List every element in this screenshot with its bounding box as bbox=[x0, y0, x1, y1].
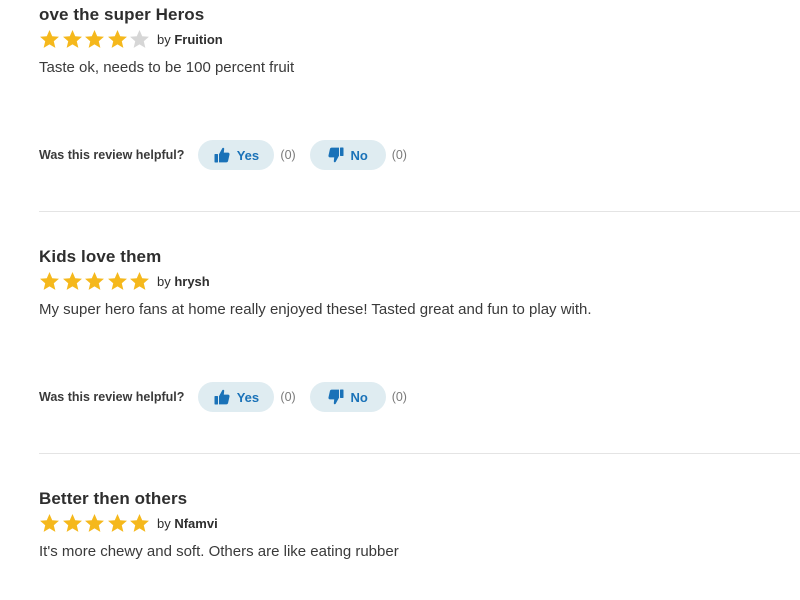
star-filled-icon bbox=[40, 29, 59, 48]
star-filled-icon bbox=[40, 513, 59, 532]
review-text: It's more chewy and soft. Others are lik… bbox=[39, 543, 399, 560]
review-byline: by Fruition bbox=[157, 32, 223, 47]
no-label: No bbox=[350, 389, 368, 405]
helpful-prompt: Was this review helpful? bbox=[39, 390, 185, 404]
review-author: Nfamvi bbox=[174, 515, 218, 531]
review-text: Taste ok, needs to be 100 percent fruit bbox=[39, 59, 295, 76]
star-filled-icon bbox=[85, 29, 105, 48]
rating-row: by Fruition bbox=[39, 28, 223, 50]
thumbs-up-icon bbox=[214, 389, 230, 405]
helpful-no-button[interactable]: No bbox=[309, 382, 386, 412]
yes-label: Yes bbox=[236, 389, 260, 405]
star-empty-icon bbox=[130, 29, 150, 48]
review-author: Fruition bbox=[174, 31, 223, 47]
review-item: ove the super Heros by Fruition Taste ok… bbox=[39, 5, 800, 185]
reviews-list: ove the super Heros by Fruition Taste ok… bbox=[0, 0, 800, 600]
yes-label: Yes bbox=[236, 147, 260, 163]
star-filled-icon bbox=[107, 513, 127, 532]
review-author: hrysh bbox=[174, 273, 210, 289]
helpful-row: Was this review helpful? Yes (0) No (0) bbox=[39, 140, 421, 170]
no-label: No bbox=[350, 147, 368, 163]
review-title: Better then others bbox=[39, 489, 188, 508]
thumbs-down-icon bbox=[327, 147, 344, 163]
review-title: ove the super Heros bbox=[39, 5, 205, 24]
review-divider bbox=[39, 453, 800, 454]
review-byline: by Nfamvi bbox=[157, 516, 218, 531]
helpful-yes-button[interactable]: Yes bbox=[198, 382, 275, 412]
yes-count: (0) bbox=[280, 148, 296, 162]
rating-row: by Nfamvi bbox=[39, 512, 218, 534]
no-count: (0) bbox=[391, 148, 407, 162]
star-filled-icon bbox=[107, 271, 127, 290]
review-divider bbox=[39, 211, 800, 212]
by-prefix: by bbox=[156, 273, 171, 289]
review-item: Better then others by Nfamvi It's more c… bbox=[39, 489, 800, 589]
star-rating bbox=[39, 513, 152, 534]
star-rating bbox=[39, 29, 152, 50]
review-item: Kids love them by hrysh My super hero fa… bbox=[39, 247, 800, 427]
review-byline: by hrysh bbox=[157, 274, 210, 289]
star-rating bbox=[39, 271, 152, 292]
star-filled-icon bbox=[62, 513, 82, 532]
helpful-yes-button[interactable]: Yes bbox=[198, 140, 275, 170]
by-prefix: by bbox=[156, 515, 171, 531]
star-filled-icon bbox=[62, 271, 82, 290]
yes-count: (0) bbox=[280, 390, 296, 404]
by-prefix: by bbox=[156, 31, 171, 47]
star-filled-icon bbox=[62, 29, 82, 48]
star-filled-icon bbox=[130, 271, 150, 290]
helpful-prompt: Was this review helpful? bbox=[39, 148, 185, 162]
thumbs-up-icon bbox=[214, 147, 230, 163]
star-filled-icon bbox=[130, 513, 150, 532]
no-count: (0) bbox=[391, 390, 407, 404]
helpful-no-button[interactable]: No bbox=[309, 140, 386, 170]
helpful-row: Was this review helpful? Yes (0) No (0) bbox=[39, 382, 421, 412]
star-filled-icon bbox=[85, 513, 105, 532]
thumbs-down-icon bbox=[327, 389, 344, 405]
review-text: My super hero fans at home really enjoye… bbox=[39, 301, 592, 318]
star-filled-icon bbox=[85, 271, 105, 290]
star-filled-icon bbox=[40, 271, 59, 290]
star-filled-icon bbox=[107, 29, 127, 48]
rating-row: by hrysh bbox=[39, 270, 210, 292]
review-title: Kids love them bbox=[39, 247, 162, 266]
